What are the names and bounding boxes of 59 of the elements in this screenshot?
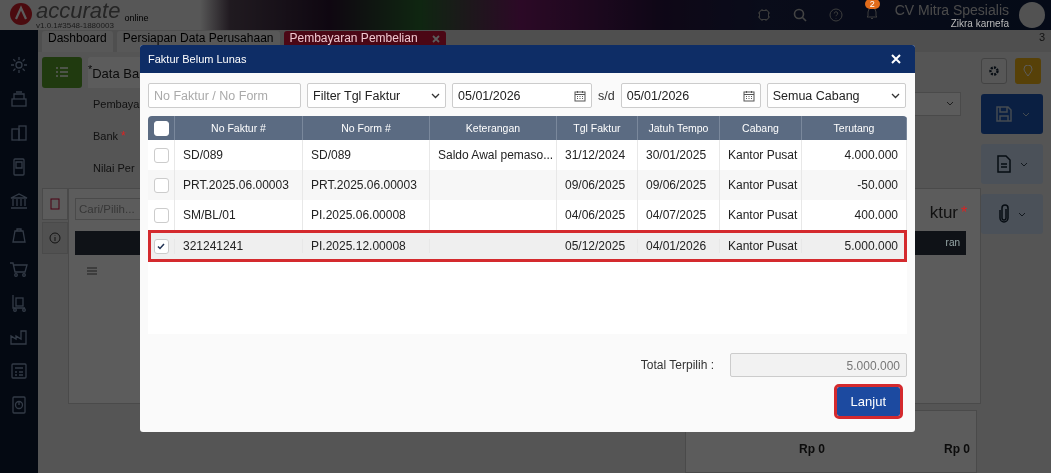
table-cell: 04/07/2025: [646, 208, 707, 222]
date-field[interactable]: 05/01/2026: [452, 83, 592, 108]
table-cell: 31/12/2024: [565, 148, 626, 162]
table-cell: 09/06/2025: [565, 178, 626, 192]
dialog-title: Faktur Belum Lunas: [148, 53, 247, 65]
table-cell: Kantor Pusat: [728, 239, 798, 253]
table-cell: Kantor Pusat: [728, 178, 798, 192]
table-cell: 09/06/2025: [646, 178, 707, 192]
column-header[interactable]: Cabang: [742, 122, 779, 134]
total-amount: Rp 0: [798, 442, 826, 458]
total-field: 5.000.000: [730, 353, 907, 377]
field-label: Pembaya: [93, 97, 140, 110]
column-header[interactable]: Jatuh Tempo: [648, 122, 709, 134]
date-filter-dropdown[interactable]: Filter Tgl Faktur: [307, 83, 446, 108]
table-cell: PI.2025.06.00008: [311, 208, 406, 222]
field-label: Nilai Per: [93, 161, 135, 174]
table-cell: PRT.2025.06.00003: [311, 178, 417, 192]
table-cell: 30/01/2025: [646, 148, 707, 162]
column-header: ran: [945, 237, 960, 249]
column-header[interactable]: Terutang: [833, 122, 875, 134]
notification-badge: 2: [864, 0, 880, 9]
branch-dropdown[interactable]: Semua Cabang: [766, 83, 906, 108]
table-row[interactable]: 321241241 PI.2025.12.00008 05/12/2025 04/01/2026 Kantor Pusat 5.000.000: [148, 230, 907, 262]
date-field[interactable]: 05/01/2026: [620, 83, 761, 108]
table-cell: 4.000.000: [844, 148, 898, 162]
search-field[interactable]: No Faktur / No Form: [148, 83, 301, 108]
range-separator: s/d: [598, 88, 615, 103]
table-cell: SM/BL/01: [183, 208, 236, 222]
table-cell: 5.000.000: [844, 239, 898, 253]
required-mark: *: [961, 204, 969, 221]
table-cell: 04/06/2025: [565, 208, 626, 222]
column-header[interactable]: No Faktur #: [211, 122, 266, 134]
table-cell: Kantor Pusat: [728, 208, 798, 222]
table-cell: 05/12/2025: [565, 239, 626, 253]
table-row[interactable]: SD/089 SD/089 Saldo Awal pemaso... 31/12/2024 30/01/2025 Kantor Pusat 4.000.000: [148, 140, 907, 170]
table-cell: Saldo Awal pemaso...: [438, 148, 554, 162]
tab[interactable]: Dashboard: [42, 31, 113, 52]
field-label: Bank: [93, 129, 119, 142]
table-cell: 400.000: [854, 208, 898, 222]
table-row[interactable]: SM/BL/01 PI.2025.06.00008 04/06/2025 04/07/2025 Kantor Pusat 400.000: [148, 200, 907, 230]
section-title: ktur: [929, 202, 958, 223]
table-cell: -50.000: [857, 178, 898, 192]
total-amount: Rp 0: [943, 442, 971, 458]
continue-button[interactable]: Lanjut: [836, 387, 900, 416]
table-cell: 321241241: [183, 239, 244, 253]
table-cell: SD/089: [183, 148, 224, 162]
table-cell: Kantor Pusat: [728, 148, 798, 162]
table-cell: PRT.2025.06.00003: [183, 178, 289, 192]
column-header[interactable]: No Form #: [341, 122, 391, 134]
table-cell: PI.2025.12.00008: [311, 239, 406, 253]
company-name: CV Mitra Spesialis: [894, 1, 1009, 18]
user-name: Zikra karnefa: [950, 17, 1009, 29]
required-mark: *: [121, 128, 126, 143]
table-cell: SD/089: [311, 148, 352, 162]
total-label: Total Terpilih :: [640, 358, 714, 372]
logo-subtitle: online: [124, 12, 149, 23]
table-cell: 04/01/2026: [646, 239, 707, 253]
column-header[interactable]: Tgl Faktur: [573, 122, 621, 134]
column-header[interactable]: Keterangan: [465, 122, 521, 134]
